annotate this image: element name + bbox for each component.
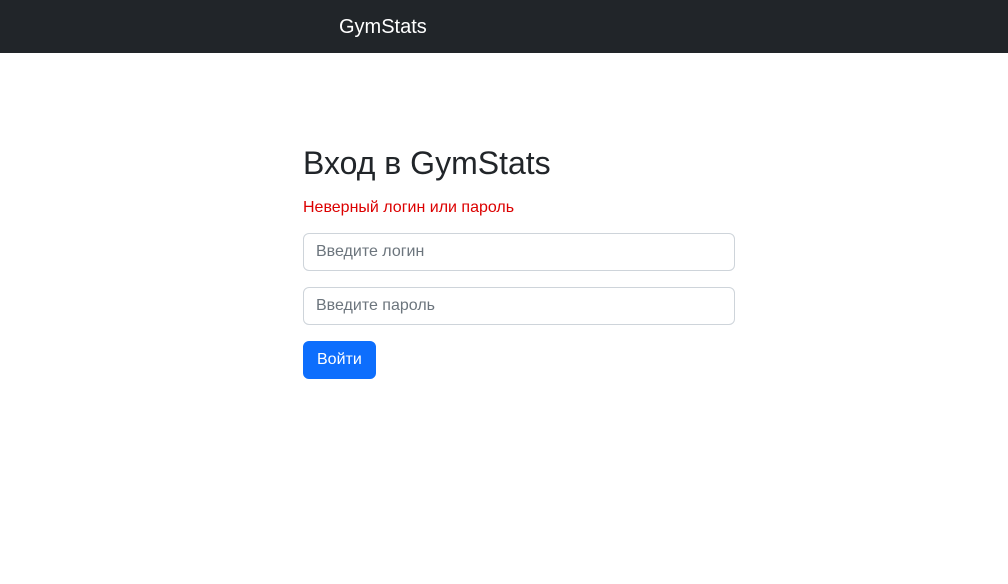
page-title: Вход в GymStats (303, 145, 551, 181)
top-navbar: GymStats (0, 0, 1008, 53)
error-message: Неверный логин или пароль (303, 199, 515, 216)
username-input[interactable] (303, 233, 735, 271)
login-button[interactable]: Войти (303, 341, 376, 379)
brand-link[interactable]: GymStats (339, 14, 427, 40)
login-form-container: Вход в GymStats Неверный логин или парол… (303, 140, 735, 379)
password-input[interactable] (303, 287, 735, 325)
